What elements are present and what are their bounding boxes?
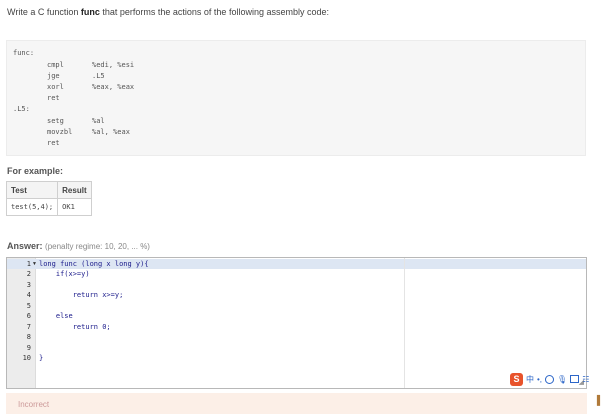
line-number: 8 <box>26 333 31 341</box>
example-heading: For example: <box>7 166 64 176</box>
table-row: test(5,4); OK1 <box>5 198 93 216</box>
question-prefix: Write a C function <box>7 7 81 17</box>
answer-label: Answer: <box>7 241 43 251</box>
scroll-indicator-icon[interactable]: ▐ <box>594 395 600 405</box>
menu-icon[interactable]: ☷ <box>582 375 589 384</box>
asm-instr: ret <box>47 94 60 102</box>
example-table: Test Result test(5,4); OK1 <box>5 181 93 216</box>
code-line[interactable]: if(x>=y) <box>39 270 90 278</box>
answer-heading: Answer: (penalty regime: 10, 20, ... %) <box>7 241 150 251</box>
assembly-code-block: func: cmpl %edi, %esi jge .L5 xorl %eax,… <box>6 40 586 156</box>
column-header-test: Test <box>5 181 59 199</box>
question-text: Write a C function func that performs th… <box>7 7 329 17</box>
asm-operands: %eax, %eax <box>92 83 135 91</box>
asm-operands: %al <box>92 117 105 125</box>
ime-language-toggle[interactable]: 中 <box>526 374 534 385</box>
code-line[interactable]: long func (long x long y){ <box>39 260 149 268</box>
asm-instr: xorl <box>47 83 64 91</box>
asm-label: func: <box>13 49 35 57</box>
asm-operands: %edi, %esi <box>92 61 135 69</box>
penalty-regime: (penalty regime: 10, 20, ... %) <box>45 242 150 251</box>
asm-operands: %al, %eax <box>92 128 130 136</box>
question-keyword: func <box>80 7 100 17</box>
code-line[interactable]: return 0; <box>39 323 111 331</box>
table-header-row: Test Result <box>5 181 93 199</box>
asm-instr: jge <box>47 72 60 80</box>
code-line[interactable]: else <box>39 312 73 320</box>
emoji-icon[interactable] <box>545 374 555 384</box>
asm-operands: .L5 <box>92 72 105 80</box>
question-suffix: that performs the actions of the followi… <box>99 7 329 17</box>
ime-punctuation-toggle[interactable]: •, <box>537 375 542 384</box>
table-cell-test: test(5,4); <box>5 198 59 216</box>
line-number: 7 <box>26 323 31 331</box>
asm-instr: cmpl <box>47 61 64 69</box>
ime-logo-icon[interactable]: S <box>510 372 523 386</box>
line-number: 5 <box>26 302 31 310</box>
line-number: 9 <box>26 344 31 352</box>
line-number: 10 <box>22 354 31 362</box>
keyboard-icon[interactable] <box>570 375 580 383</box>
print-margin <box>404 258 405 388</box>
code-line[interactable]: } <box>39 354 43 362</box>
asm-instr: ret <box>47 139 60 147</box>
line-number: 1 <box>26 260 31 268</box>
result-feedback: Incorrect <box>6 393 587 414</box>
ime-toolbar[interactable]: S 中 •, 🎙 ☷ <box>510 372 589 386</box>
line-number: 3 <box>26 281 31 289</box>
line-number: 4 <box>26 291 31 299</box>
table-cell-result: OK1 <box>57 198 93 216</box>
fold-arrow-icon[interactable]: ▼ <box>32 261 37 267</box>
asm-instr: setg <box>47 117 64 125</box>
column-header-result: Result <box>57 181 93 199</box>
result-status: Incorrect <box>18 400 50 409</box>
line-number: 2 <box>26 270 31 278</box>
asm-label: .L5: <box>13 105 30 113</box>
microphone-icon[interactable]: 🎙 <box>557 375 567 384</box>
code-line[interactable]: return x>=y; <box>39 291 124 299</box>
asm-instr: movzbl <box>47 128 73 136</box>
code-editor[interactable]: 1 ▼ long func (long x long y){ 2 if(x>=y… <box>6 257 587 389</box>
line-number: 6 <box>26 312 31 320</box>
